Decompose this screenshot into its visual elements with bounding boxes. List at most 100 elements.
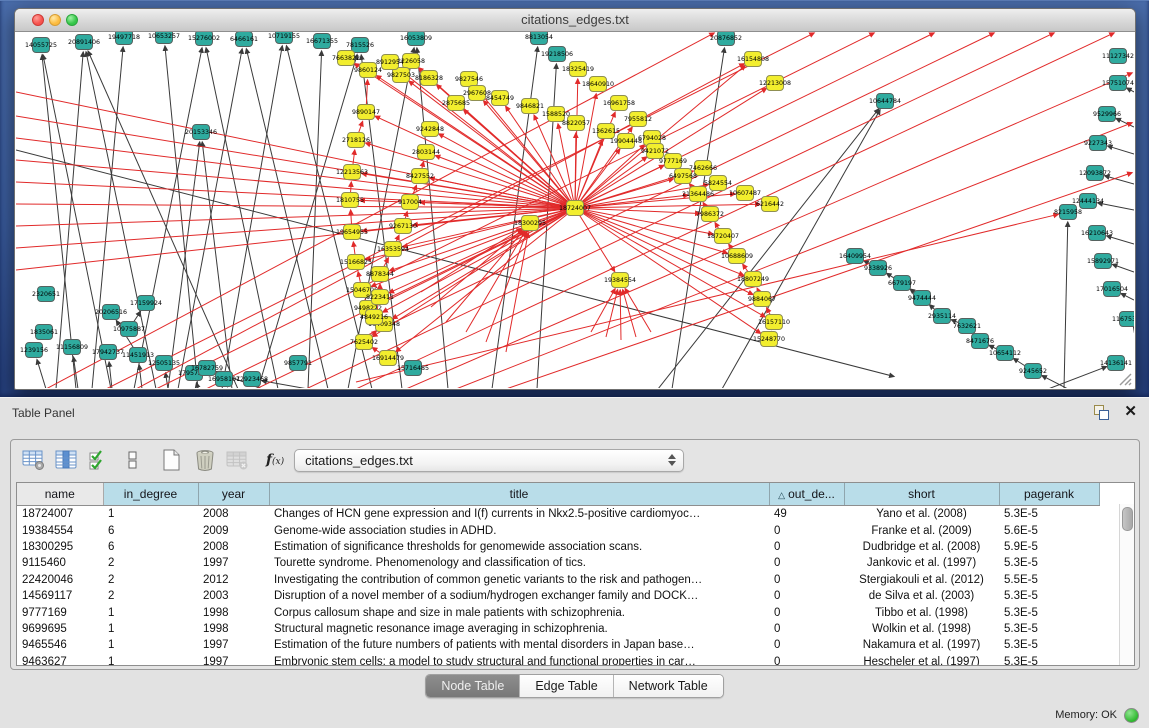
table-cell[interactable]: Nakamura et al. (1997) <box>844 637 999 653</box>
column-header-year[interactable]: year <box>198 483 269 506</box>
table-cell[interactable]: 5.9E-5 <box>999 539 1099 555</box>
tab-network-table[interactable]: Network Table <box>614 675 723 697</box>
graph-node[interactable]: 18325419 <box>562 62 594 77</box>
graph-node[interactable]: 8813054 <box>525 32 553 45</box>
table-cell[interactable]: Structural magnetic resonance image aver… <box>269 621 769 637</box>
table-cell[interactable]: 49 <box>769 506 844 523</box>
tab-node-table[interactable]: Node Table <box>426 675 520 697</box>
table-cell[interactable]: 6 <box>103 522 198 538</box>
table-cell[interactable]: 0 <box>769 555 844 571</box>
graph-node[interactable]: 9827546 <box>455 72 483 87</box>
column-header-out_de[interactable]: △out_de... <box>769 483 844 506</box>
table-selector-dropdown[interactable]: citations_edges.txt <box>294 449 684 472</box>
table-cell[interactable]: 0 <box>769 588 844 604</box>
table-cell[interactable]: Jankovic et al. (1997) <box>844 555 999 571</box>
graph-node[interactable]: 9857791 <box>284 356 312 371</box>
table-cell[interactable]: 0 <box>769 572 844 588</box>
graph-node[interactable]: 16154808 <box>737 52 769 67</box>
table-cell[interactable]: 18300295 <box>17 539 103 555</box>
table-cell[interactable]: 5.3E-5 <box>999 604 1099 620</box>
graph-node[interactable]: 15716485 <box>397 361 429 376</box>
graph-node[interactable]: 10653257 <box>148 32 180 44</box>
table-cell[interactable]: Embryonic stem cells: a model to study s… <box>269 654 769 666</box>
graph-node[interactable]: 15892971 <box>1087 254 1119 269</box>
table-cell[interactable]: 1997 <box>198 654 269 666</box>
table-cell[interactable]: 5.5E-5 <box>999 572 1099 588</box>
table-cell[interactable]: Dudbridge et al. (2008) <box>844 539 999 555</box>
graph-node[interactable]: 20891406 <box>68 35 100 50</box>
graph-node[interactable]: 17159924 <box>130 296 162 311</box>
graph-node[interactable]: 14136141 <box>1100 356 1132 371</box>
graph-node[interactable]: 9846821 <box>516 99 544 114</box>
graph-node[interactable]: 15276002 <box>188 32 220 46</box>
table-cell[interactable]: 22420046 <box>17 572 103 588</box>
table-row[interactable]: 946554611997Estimation of the future num… <box>17 637 1099 653</box>
graph-node[interactable]: 12093872 <box>1079 166 1111 181</box>
graph-node[interactable]: 11156809 <box>56 340 88 355</box>
create-column-icon[interactable] <box>157 446 187 474</box>
table-row[interactable]: 1938455462009Genome-wide association stu… <box>17 522 1099 538</box>
table-row[interactable]: 911546021997Tourette syndrome. Phenomeno… <box>17 555 1099 571</box>
table-row[interactable]: 977716911998Corpus callosum shape and si… <box>17 604 1099 620</box>
table-cell[interactable]: 1997 <box>198 637 269 653</box>
table-cell[interactable]: 1997 <box>198 555 269 571</box>
graph-node[interactable]: 16053809 <box>400 32 432 46</box>
graph-node[interactable]: 7632621 <box>953 319 981 334</box>
table-cell[interactable]: 1 <box>103 637 198 653</box>
graph-node[interactable]: 7625402 <box>350 335 378 350</box>
tab-edge-table[interactable]: Edge Table <box>520 675 613 697</box>
graph-node[interactable]: 9474444 <box>908 291 936 306</box>
table-cell[interactable]: Franke et al. (2009) <box>844 522 999 538</box>
table-row[interactable]: 946362711997Embryonic stem cells: a mode… <box>17 654 1099 666</box>
network-window-titlebar[interactable]: citations_edges.txt <box>15 9 1135 32</box>
table-scrollbar[interactable] <box>1119 504 1134 665</box>
table-cell[interactable]: 0 <box>769 654 844 666</box>
table-row[interactable]: 1830029562008Estimation of significance … <box>17 539 1099 555</box>
graph-node[interactable]: 16961758 <box>603 96 635 111</box>
graph-node[interactable]: 20153346 <box>185 125 217 140</box>
table-cell[interactable]: Disruption of a novel member of a sodium… <box>269 588 769 604</box>
table-cell[interactable]: 5.3E-5 <box>999 621 1099 637</box>
table-cell[interactable]: 1 <box>103 654 198 666</box>
table-cell[interactable]: 9465546 <box>17 637 103 653</box>
column-header-in_degree[interactable]: in_degree <box>103 483 198 506</box>
graph-node[interactable]: 14055725 <box>25 38 57 53</box>
table-cell[interactable]: 18724007 <box>17 506 103 523</box>
table-cell[interactable]: Estimation of the future numbers of pati… <box>269 637 769 653</box>
table-cell[interactable]: 1998 <box>198 621 269 637</box>
graph-node[interactable]: 6679197 <box>888 276 916 291</box>
table-cell[interactable]: Investigating the contribution of common… <box>269 572 769 588</box>
graph-node[interactable]: 2718126 <box>342 133 370 148</box>
show-columns-icon[interactable] <box>52 446 82 474</box>
table-cell[interactable]: 6 <box>103 539 198 555</box>
table-cell[interactable]: 2009 <box>198 522 269 538</box>
table-cell[interactable]: 5.3E-5 <box>999 555 1099 571</box>
graph-node[interactable]: 16409954 <box>839 249 871 264</box>
graph-node[interactable]: 2935114 <box>928 309 956 324</box>
table-cell[interactable]: 2008 <box>198 539 269 555</box>
graph-node[interactable]: 1835061 <box>30 325 58 340</box>
table-cell[interactable]: Corpus callosum shape and size in male p… <box>269 604 769 620</box>
table-cell[interactable]: 5.3E-5 <box>999 588 1099 604</box>
row-height-icon[interactable] <box>118 446 148 474</box>
table-cell[interactable]: Changes of HCN gene expression and I(f) … <box>269 506 769 523</box>
graph-node[interactable]: 19654955 <box>336 225 368 240</box>
graph-node[interactable]: 12213008 <box>759 76 791 91</box>
column-header-pagerank[interactable]: pagerank <box>999 483 1099 506</box>
graph-node[interactable]: 15248770 <box>753 332 785 347</box>
table-cell[interactable]: 5.6E-5 <box>999 522 1099 538</box>
graph-node[interactable]: 17942737 <box>92 345 124 360</box>
table-cell[interactable]: 1 <box>103 506 198 523</box>
table-cell[interactable]: 14569117 <box>17 588 103 604</box>
citation-network-graph[interactable]: 1405572520891406194977181065325715276002… <box>16 32 1134 388</box>
table-cell[interactable]: 1998 <box>198 604 269 620</box>
network-canvas[interactable]: 1405572520891406194977181065325715276002… <box>16 32 1134 388</box>
close-panel-icon[interactable]: ✕ <box>1124 403 1137 421</box>
graph-node[interactable]: 10688609 <box>721 249 753 264</box>
table-cell[interactable]: Tourette syndrome. Phenomenology and cla… <box>269 555 769 571</box>
table-cell[interactable]: 9777169 <box>17 604 103 620</box>
graph-node[interactable]: 8215958 <box>1054 205 1082 220</box>
graph-node[interactable]: 10607487 <box>729 186 761 201</box>
graph-node[interactable]: 19218506 <box>541 47 573 62</box>
graph-node[interactable]: 19384554 <box>604 273 636 288</box>
